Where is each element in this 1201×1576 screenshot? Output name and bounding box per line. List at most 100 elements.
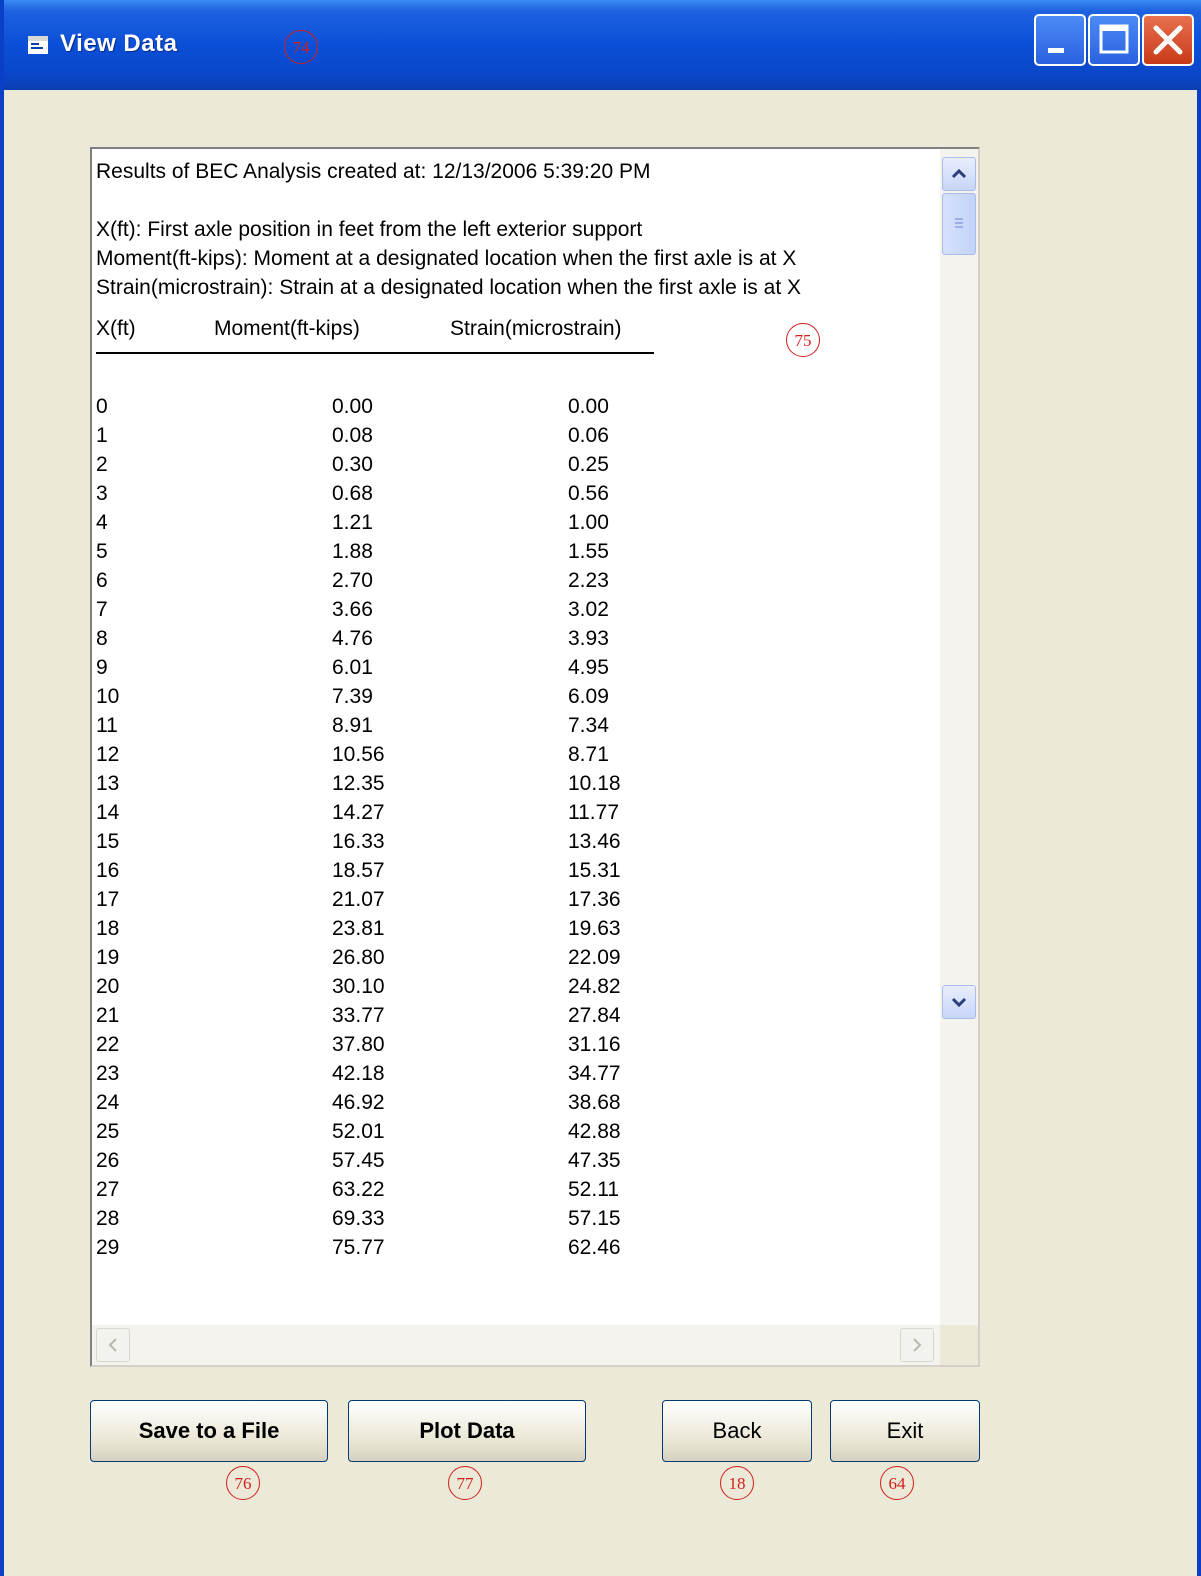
x-value: 4 (96, 511, 108, 534)
strain-value: 19.63 (568, 917, 621, 940)
moment-value: 16.33 (332, 830, 385, 853)
description-line: Strain(microstrain): Strain at a designa… (96, 276, 801, 299)
table-row: 26 57.45 47.35 (96, 1146, 936, 1175)
scroll-up-button[interactable] (942, 157, 976, 191)
x-value: 18 (96, 917, 120, 940)
moment-value: 4.76 (332, 627, 373, 650)
table-row: 27 63.22 52.11 (96, 1175, 936, 1204)
scrollbar-corner (940, 1325, 978, 1365)
strain-value: 38.68 (568, 1091, 621, 1114)
strain-value: 1.55 (568, 540, 609, 563)
maximize-button[interactable] (1088, 14, 1140, 66)
scroll-left-button[interactable] (96, 1328, 130, 1362)
x-value: 26 (96, 1149, 120, 1172)
strain-value: 1.00 (568, 511, 609, 534)
x-value: 10 (96, 685, 120, 708)
moment-value: 3.66 (332, 598, 373, 621)
strain-value: 11.77 (568, 801, 619, 824)
x-value: 20 (96, 975, 120, 998)
x-value: 25 (96, 1120, 120, 1143)
x-value: 19 (96, 946, 120, 969)
strain-value: 0.06 (568, 424, 609, 447)
x-value: 14 (96, 801, 120, 824)
moment-value: 12.35 (332, 772, 385, 795)
table-row: 9 6.01 4.95 (96, 653, 936, 682)
column-header-strain: Strain(microstrain) (450, 317, 622, 340)
moment-value: 46.92 (332, 1091, 385, 1114)
moment-value: 75.77 (332, 1236, 385, 1259)
results-textbox[interactable]: Results of BEC Analysis created at: 12/1… (90, 147, 980, 1367)
save-to-file-button[interactable]: Save to a File (90, 1400, 328, 1462)
x-value: 28 (96, 1207, 120, 1230)
table-row: 7 3.66 3.02 (96, 595, 936, 624)
horizontal-scrollbar[interactable] (92, 1325, 940, 1365)
x-value: 2 (96, 453, 108, 476)
x-value: 8 (96, 627, 108, 650)
moment-value: 0.30 (332, 453, 373, 476)
description-line: Moment(ft-kips): Moment at a designated … (96, 247, 797, 270)
strain-value: 13.46 (568, 830, 621, 853)
scroll-thumb[interactable] (942, 193, 976, 255)
exit-button[interactable]: Exit (830, 1400, 980, 1462)
table-row: 16 18.57 15.31 (96, 856, 936, 885)
x-value: 11 (96, 714, 118, 737)
minimize-button[interactable] (1034, 14, 1086, 66)
maximize-icon (1099, 24, 1129, 54)
column-header-moment: Moment(ft-kips) (214, 317, 360, 340)
vertical-scrollbar[interactable] (940, 149, 978, 1325)
table-row: 25 52.01 42.88 (96, 1117, 936, 1146)
strain-value: 24.82 (568, 975, 621, 998)
x-value: 17 (96, 888, 120, 911)
x-value: 21 (96, 1004, 120, 1027)
strain-value: 17.36 (568, 888, 621, 911)
table-row: 15 16.33 13.46 (96, 827, 936, 856)
table-row: 29 75.77 62.46 (96, 1233, 936, 1262)
x-value: 12 (96, 743, 120, 766)
table-row: 1 0.08 0.06 (96, 421, 936, 450)
table-row: 22 37.80 31.16 (96, 1030, 936, 1059)
strain-value: 3.93 (568, 627, 609, 650)
table-row: 3 0.68 0.56 (96, 479, 936, 508)
moment-value: 7.39 (332, 685, 373, 708)
x-value: 16 (96, 859, 120, 882)
x-value: 24 (96, 1091, 120, 1114)
chevron-left-icon (108, 1338, 117, 1352)
moment-value: 0.00 (332, 395, 373, 418)
table-row: 24 46.92 38.68 (96, 1088, 936, 1117)
moment-value: 1.88 (332, 540, 373, 563)
strain-value: 27.84 (568, 1004, 621, 1027)
back-button[interactable]: Back (662, 1400, 812, 1462)
plot-data-button[interactable]: Plot Data (348, 1400, 586, 1462)
strain-value: 10.18 (568, 772, 621, 795)
x-value: 7 (96, 598, 108, 621)
annotation-callout: 74 (284, 30, 318, 64)
x-value: 6 (96, 569, 108, 592)
moment-value: 1.21 (332, 511, 373, 534)
header-divider (96, 352, 654, 392)
x-value: 0 (96, 395, 108, 418)
close-button[interactable] (1142, 14, 1194, 66)
moment-value: 23.81 (332, 917, 385, 940)
table-row: 8 4.76 3.93 (96, 624, 936, 653)
strain-value: 0.00 (568, 395, 609, 418)
annotation-callout: 75 (786, 323, 820, 357)
scroll-right-button[interactable] (900, 1328, 934, 1362)
table-row: 14 14.27 11.77 (96, 798, 936, 827)
moment-value: 63.22 (332, 1178, 385, 1201)
scroll-down-button[interactable] (942, 985, 976, 1019)
results-text: Results of BEC Analysis created at: 12/1… (96, 157, 936, 1262)
description-line: X(ft): First axle position in feet from … (96, 218, 643, 241)
grip-icon (955, 218, 963, 228)
moment-value: 2.70 (332, 569, 373, 592)
table-row: 21 33.77 27.84 (96, 1001, 936, 1030)
moment-value: 69.33 (332, 1207, 385, 1230)
annotation-callout: 76 (226, 1466, 260, 1500)
annotation-callout: 77 (448, 1466, 482, 1500)
table-row: 28 69.33 57.15 (96, 1204, 936, 1233)
moment-value: 42.18 (332, 1062, 385, 1085)
minimize-icon (1048, 48, 1064, 53)
window-icon[interactable] (28, 36, 48, 54)
title-bar[interactable]: View Data 74 (4, 0, 1201, 90)
moment-value: 33.77 (332, 1004, 385, 1027)
moment-value: 57.45 (332, 1149, 385, 1172)
